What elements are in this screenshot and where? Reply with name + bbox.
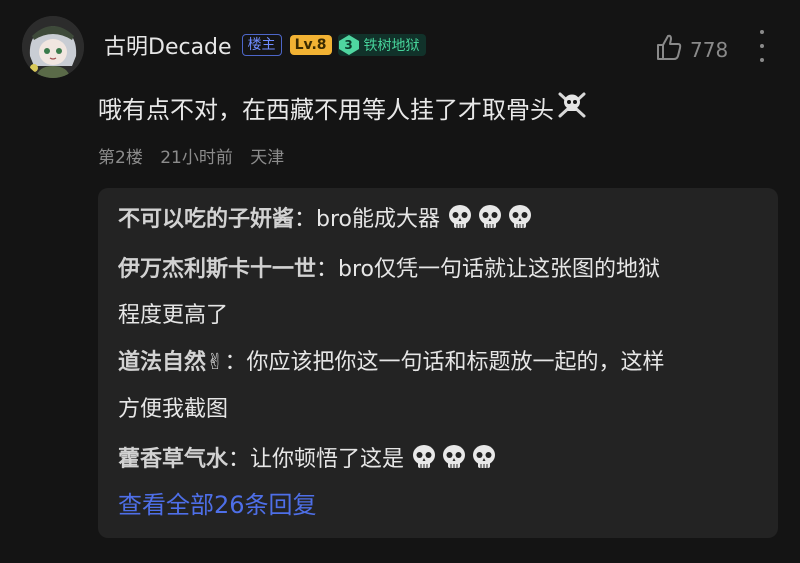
reply-author[interactable]: 伊万杰利斯卡十一世 xyxy=(118,257,316,282)
reply-text: 程度更高了 xyxy=(118,303,229,328)
reply-text: bro仅凭一句话就让这张图的地狱 xyxy=(338,257,661,282)
post-location: 天津 xyxy=(250,148,285,168)
like-button[interactable]: 778 xyxy=(654,32,728,67)
post-content: 哦有点不对，在西藏不用等人挂了才取骨头 xyxy=(98,88,588,126)
reply-author[interactable]: 不可以吃的子妍酱 xyxy=(118,207,294,232)
view-all-replies-link[interactable]: 查看全部26条回复 xyxy=(118,485,317,520)
reply-continuation: 程度更高了 xyxy=(118,293,228,339)
skull-icon xyxy=(447,205,537,232)
like-count: 778 xyxy=(690,37,729,62)
skull-icon xyxy=(411,445,501,472)
floor-number: 第2楼 xyxy=(98,148,143,168)
post-meta: 第2楼 21小时前 天津 xyxy=(98,143,296,168)
post-time: 21小时前 xyxy=(160,148,233,168)
reply-item[interactable]: 道法自然✌：你应该把你这一句话和标题放一起的，这样 xyxy=(118,340,664,386)
reply-continuation: 方便我截图 xyxy=(118,387,228,433)
reply-separator: ： xyxy=(228,447,251,472)
title-badge-text: 铁树地狱 xyxy=(363,38,420,54)
reply-text: 让你顿悟了这是 xyxy=(250,447,405,472)
username[interactable]: 古明Decade xyxy=(104,29,232,61)
reply-text: 方便我截图 xyxy=(118,397,229,422)
comment-header: 古明Decade 楼主 Lv.8 3 铁树地狱 xyxy=(104,28,426,62)
skull-crossbones-icon xyxy=(556,88,588,126)
op-badge: 楼主 xyxy=(241,34,282,56)
reply-separator: ： xyxy=(294,207,317,232)
gem-icon: 3 xyxy=(338,34,360,56)
reply-separator: ： xyxy=(224,350,247,375)
avatar[interactable] xyxy=(22,16,84,78)
reply-item[interactable]: 伊万杰利斯卡十一世：bro仅凭一句话就让这张图的地狱 xyxy=(118,247,660,293)
reply-separator: ： xyxy=(316,257,339,282)
post-text: 哦有点不对，在西藏不用等人挂了才取骨头 xyxy=(98,95,554,124)
thumbs-up-icon xyxy=(654,32,690,67)
title-badge[interactable]: 3 铁树地狱 xyxy=(337,34,426,56)
reply-author[interactable]: 道法自然✌ xyxy=(118,350,224,375)
reply-text: 你应该把你这一句话和标题放一起的，这样 xyxy=(246,350,665,375)
replies-panel: 不可以吃的子妍酱：bro能成大器 伊万杰利斯卡十一世：bro仅凭一句话就让这张图… xyxy=(98,188,778,538)
reply-text: bro能成大器 xyxy=(316,207,441,232)
reply-item[interactable]: 藿香草气水：让你顿悟了这是 xyxy=(118,437,501,483)
level-badge[interactable]: Lv.8 xyxy=(289,35,332,55)
reply-author[interactable]: 藿香草气水 xyxy=(118,447,228,472)
comment-card: 古明Decade 楼主 Lv.8 3 铁树地狱 778 哦有点不对，在西藏不用等 xyxy=(0,0,800,563)
more-options-icon[interactable] xyxy=(752,30,772,62)
reply-item[interactable]: 不可以吃的子妍酱：bro能成大器 xyxy=(118,197,537,243)
title-badge-level: 3 xyxy=(344,38,353,52)
